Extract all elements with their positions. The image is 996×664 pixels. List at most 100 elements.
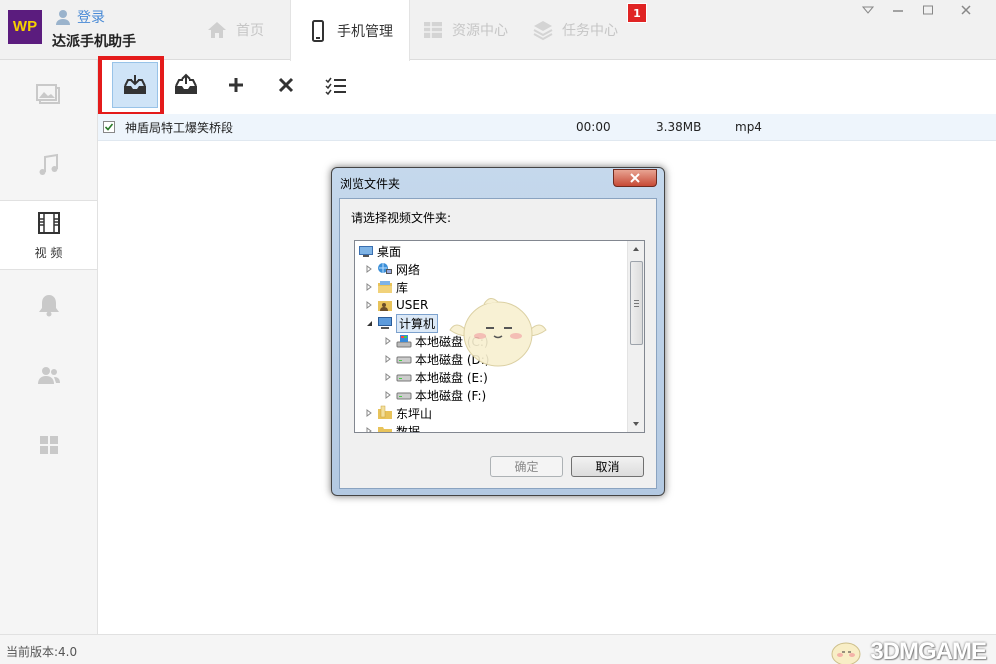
export-icon: [175, 73, 197, 94]
close-button[interactable]: [946, 2, 986, 18]
file-format: mp4: [735, 120, 762, 134]
login-label: 登录: [77, 10, 105, 26]
sidebar-item-video[interactable]: 视 频: [0, 200, 97, 270]
expander-collapsed-icon[interactable]: [383, 336, 393, 346]
expander-collapsed-icon[interactable]: [364, 408, 374, 418]
export-button[interactable]: [164, 65, 208, 105]
maximize-button[interactable]: [916, 2, 940, 18]
expander-collapsed-icon[interactable]: [364, 300, 374, 310]
tree-label: 库: [396, 280, 409, 295]
layers-icon: [533, 21, 553, 41]
sidebar-item-ringtones[interactable]: [0, 270, 97, 340]
bell-icon: [38, 295, 59, 317]
expander-collapsed-icon[interactable]: [364, 426, 374, 432]
phone-icon: [312, 19, 324, 42]
watermark: 3DMGAME: [826, 637, 987, 664]
import-button[interactable]: [112, 62, 158, 108]
tab-resource-center[interactable]: 资源中心: [410, 0, 520, 60]
close-icon: [961, 5, 971, 15]
expander-collapsed-icon[interactable]: [383, 372, 393, 382]
contacts-icon: [37, 367, 60, 384]
system-drive-icon: [396, 335, 412, 348]
window-controls: [856, 2, 986, 18]
folder-icon: [378, 427, 392, 432]
watermark-text: 3DMGAME: [870, 638, 987, 664]
grid-icon: [424, 22, 442, 38]
tab-label: 任务中心: [562, 23, 618, 39]
expander-collapsed-icon[interactable]: [383, 354, 393, 364]
sidebar-item-music[interactable]: [0, 130, 97, 200]
picture-icon: [35, 84, 60, 104]
app-name: 达派手机助手: [52, 34, 136, 50]
scroll-thumb[interactable]: [630, 261, 643, 345]
drive-icon: [396, 392, 412, 400]
tree-item-user[interactable]: USER: [364, 296, 428, 314]
scroll-down-button[interactable]: [628, 416, 644, 432]
mascot-watermark: [449, 298, 547, 367]
expander-collapsed-icon[interactable]: [383, 390, 393, 400]
expander-collapsed-icon[interactable]: [364, 282, 374, 292]
sidebar-item-contacts[interactable]: [0, 340, 97, 410]
tree-scrollbar[interactable]: [627, 241, 644, 432]
apps-icon: [39, 436, 58, 454]
tree-item-folder[interactable]: 东坪山: [364, 404, 432, 422]
triangle-down-icon: [862, 6, 874, 14]
minimize-button[interactable]: [886, 2, 910, 18]
tree-item-library[interactable]: 库: [364, 278, 408, 296]
sidebar-item-pictures[interactable]: [0, 60, 97, 130]
sidebar-item-apps[interactable]: [0, 410, 97, 480]
login-link[interactable]: 登录: [54, 8, 105, 26]
scroll-up-button[interactable]: [628, 241, 644, 257]
library-icon: [378, 281, 392, 293]
file-duration: 00:00: [576, 120, 611, 134]
tab-phone-management[interactable]: 手机管理: [290, 0, 410, 61]
dialog-close-button[interactable]: [613, 169, 657, 187]
expander-expanded-icon[interactable]: [364, 318, 374, 328]
mascot-icon: [831, 642, 861, 664]
row-checkbox[interactable]: [103, 121, 115, 133]
tree-item-network[interactable]: 网络: [364, 260, 420, 278]
status-bar: 当前版本:4.0 3DMGAME: [0, 634, 996, 664]
arrow-down-icon: [633, 422, 639, 426]
delete-button[interactable]: [264, 65, 308, 105]
music-icon: [39, 153, 58, 175]
tab-label: 资源中心: [452, 23, 508, 39]
main-tabs: 首页 手机管理 资源中心 任务中心: [180, 0, 630, 61]
app-logo: WP: [8, 10, 42, 44]
minimize-icon: [893, 10, 903, 12]
user-icon: [56, 10, 70, 25]
tree-item-folder[interactable]: 数据: [364, 422, 421, 433]
folder-icon: [378, 405, 392, 419]
task-count-badge: 1: [627, 3, 647, 23]
dropdown-menu-button[interactable]: [856, 2, 880, 18]
toolbar: [98, 60, 996, 110]
sidebar: 视 频: [0, 60, 98, 634]
cancel-button[interactable]: 取消: [571, 456, 644, 477]
tree-item-drive-f[interactable]: 本地磁盘 (F:): [383, 386, 486, 404]
tree-label: 网络: [396, 262, 421, 277]
tab-label: 手机管理: [337, 23, 393, 40]
table-row[interactable]: 神盾局特工爆笑桥段 00:00 3.38MB mp4: [98, 114, 996, 141]
delete-icon: [278, 77, 294, 93]
checkmark-icon: [104, 123, 114, 131]
tree-label-selected: 计算机: [396, 313, 439, 333]
tree-label: 数据: [396, 424, 421, 433]
select-all-button[interactable]: [314, 65, 358, 105]
tree-label: 桌面: [377, 244, 402, 259]
top-bar: WP 登录 达派手机助手 首页 手机管理 资源中心 任务中心 1: [0, 0, 996, 61]
ok-button[interactable]: 确定: [490, 456, 563, 477]
tree-item-computer[interactable]: 计算机: [364, 313, 439, 333]
tab-home[interactable]: 首页: [180, 0, 290, 60]
expander-collapsed-icon[interactable]: [364, 264, 374, 274]
app-window: WP 登录 达派手机助手 首页 手机管理 资源中心 任务中心 1 视 频 神盾局…: [0, 0, 996, 664]
dialog-prompt: 请选择视频文件夹:: [351, 211, 452, 225]
tree-item-desktop[interactable]: 桌面: [358, 242, 401, 260]
add-button[interactable]: [214, 65, 258, 105]
tree-label: 东坪山: [396, 406, 433, 421]
drive-icon: [396, 374, 412, 382]
file-name: 神盾局特工爆笑桥段: [125, 120, 234, 135]
version-text: 当前版本:4.0: [6, 645, 78, 659]
maximize-icon: [923, 5, 933, 15]
tab-label: 首页: [236, 23, 264, 39]
tab-task-center[interactable]: 任务中心: [520, 0, 630, 60]
